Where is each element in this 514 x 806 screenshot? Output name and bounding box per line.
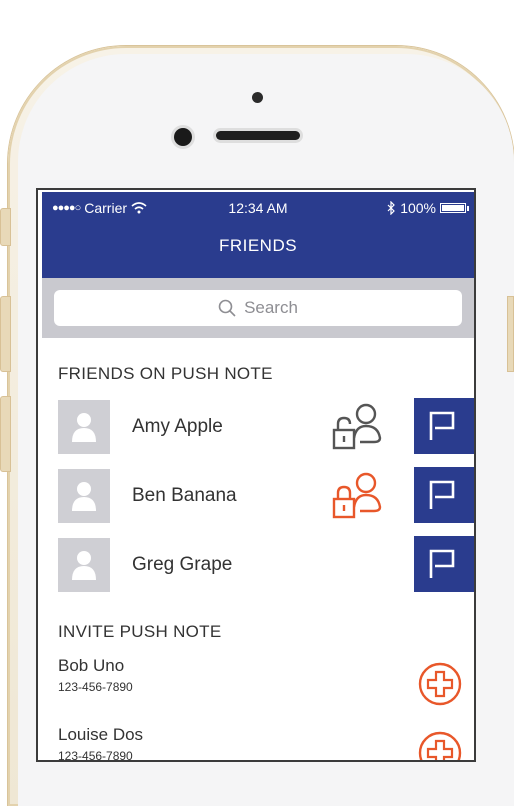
flag-icon [429, 549, 455, 578]
avatar [58, 469, 110, 523]
flag-icon [429, 411, 455, 440]
app-screen: ●●●●○ Carrier 12:34 AM 100% FRIENDS Sear… [38, 190, 474, 760]
flag-button[interactable] [414, 467, 474, 523]
contact-name: Louise Dos [58, 725, 144, 744]
unlocked-person-icon[interactable] [330, 467, 386, 523]
proximity-sensor [252, 92, 263, 103]
search-bar-container: Search [42, 278, 474, 338]
invite-plus-icon[interactable] [418, 662, 462, 706]
section-title-friends: FRIENDS ON PUSH NOTE [58, 364, 273, 383]
locked-person-icon[interactable] [330, 398, 386, 454]
flag-button[interactable] [414, 398, 474, 454]
person-placeholder-icon [72, 551, 96, 580]
navigation-header: ●●●●○ Carrier 12:34 AM 100% FRIENDS [42, 192, 474, 278]
contact-phone: 123-456-7890 [58, 749, 133, 760]
status-bar: ●●●●○ Carrier 12:34 AM 100% [42, 192, 474, 222]
search-icon [218, 299, 236, 317]
search-input[interactable]: Search [54, 290, 462, 326]
friend-row[interactable]: Greg Grape [58, 536, 474, 594]
contact-name: Bob Uno [58, 656, 125, 675]
invite-row: Bob Uno 123-456-7890 [58, 656, 474, 706]
avatar [58, 400, 110, 454]
front-camera [174, 128, 192, 146]
volume-up-button [0, 296, 11, 372]
flag-icon [429, 480, 455, 509]
friend-name: Amy Apple [132, 416, 223, 437]
friend-name: Ben Banana [132, 485, 237, 506]
person-placeholder-icon [72, 482, 96, 511]
friend-row[interactable]: Amy Apple [58, 398, 474, 456]
earpiece-speaker [216, 131, 300, 140]
battery-percent: 100% [400, 200, 436, 216]
avatar [58, 538, 110, 592]
friend-name: Greg Grape [132, 554, 233, 575]
section-title-invite: INVITE PUSH NOTE [58, 622, 222, 641]
power-button [507, 296, 514, 372]
volume-down-button [0, 396, 11, 472]
person-placeholder-icon [72, 413, 96, 442]
page-title: FRIENDS [218, 236, 298, 255]
search-placeholder: Search [244, 298, 298, 317]
battery-icon [440, 203, 469, 213]
friend-row[interactable]: Ben Banana [58, 467, 474, 525]
flag-button[interactable] [414, 536, 474, 592]
invite-plus-icon[interactable] [418, 731, 462, 760]
contact-phone: 123-456-7890 [58, 680, 133, 694]
bluetooth-icon [387, 201, 396, 215]
mute-switch [0, 208, 11, 246]
invite-row: Louise Dos 123-456-7890 [58, 725, 474, 760]
